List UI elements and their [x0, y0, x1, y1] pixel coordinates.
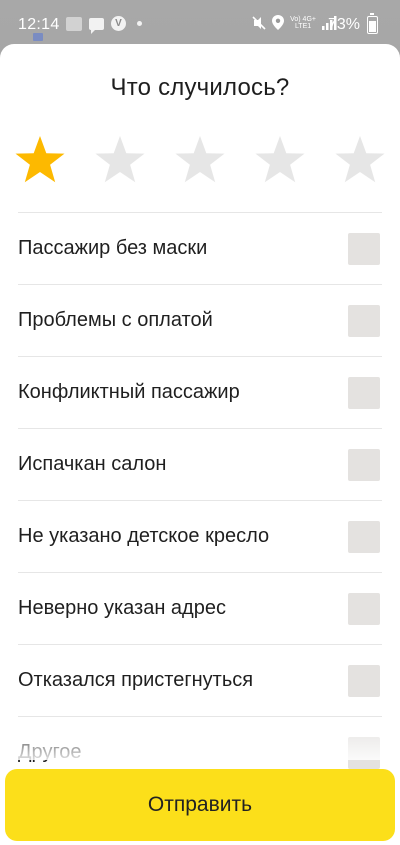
reason-label: Неверно указан адрес: [18, 597, 226, 619]
more-notifications-dot-icon: [137, 21, 142, 26]
mute-icon: [252, 15, 266, 30]
reason-item-refused-seatbelt[interactable]: Отказался пристегнуться: [18, 644, 382, 716]
reason-label: Конфликтный пассажир: [18, 381, 240, 403]
notification-icons: V: [66, 16, 142, 34]
reason-checkbox[interactable]: [348, 665, 380, 697]
reason-checkbox[interactable]: [348, 377, 380, 409]
sim-badge-icon: [33, 33, 43, 41]
reason-item-wrong-address[interactable]: Неверно указан адрес: [18, 572, 382, 644]
reason-checkbox[interactable]: [348, 593, 380, 625]
reason-checkbox[interactable]: [348, 521, 380, 553]
location-icon: [272, 15, 285, 30]
reason-label: Другое: [18, 741, 82, 763]
reason-item-no-mask[interactable]: Пассажир без маски: [18, 212, 382, 284]
reason-item-dirty-interior[interactable]: Испачкан салон: [18, 428, 382, 500]
reason-list: Пассажир без маски Проблемы с оплатой Ко…: [18, 212, 382, 788]
reason-checkbox[interactable]: [348, 737, 380, 769]
reason-label: Пассажир без маски: [18, 237, 208, 259]
battery-icon: [367, 13, 378, 34]
reason-item-conflict-passenger[interactable]: Конфликтный пассажир: [18, 356, 382, 428]
star-2-icon[interactable]: [94, 134, 146, 186]
star-5-icon[interactable]: [334, 134, 386, 186]
star-3-icon[interactable]: [174, 134, 226, 186]
message-icon: [89, 17, 104, 34]
app-notification-icon: [66, 16, 82, 31]
screen: 12:14 V Vo) 4G+ LTE1 73% Что случилось? …: [0, 0, 400, 845]
battery-percent: 73%: [327, 16, 360, 33]
reason-label: Отказался пристегнуться: [18, 669, 254, 691]
star-1-icon[interactable]: [14, 134, 66, 186]
reason-checkbox[interactable]: [348, 233, 380, 265]
reason-label: Испачкан салон: [18, 453, 167, 475]
dialog-title: Что случилось?: [110, 74, 290, 101]
status-bar: 12:14 V Vo) 4G+ LTE1 73%: [0, 0, 400, 44]
network-type: Vo) 4G+ LTE1: [290, 15, 316, 30]
reason-item-payment-problems[interactable]: Проблемы с оплатой: [18, 284, 382, 356]
reason-label: Не указано детское кресло: [18, 525, 270, 547]
reason-label: Проблемы с оплатой: [18, 309, 213, 331]
status-time: 12:14: [18, 16, 60, 33]
star-4-icon[interactable]: [254, 134, 306, 186]
submit-button[interactable]: Отправить: [5, 769, 395, 841]
reason-item-child-seat[interactable]: Не указано детское кресло: [18, 500, 382, 572]
star-rating: [14, 134, 394, 186]
reason-checkbox[interactable]: [348, 305, 380, 337]
reason-checkbox[interactable]: [348, 449, 380, 481]
feedback-sheet: Что случилось? Пассажир без маски Пробле…: [0, 44, 400, 845]
status-right-icons: Vo) 4G+ LTE1: [252, 15, 338, 30]
viber-icon: V: [111, 16, 126, 31]
